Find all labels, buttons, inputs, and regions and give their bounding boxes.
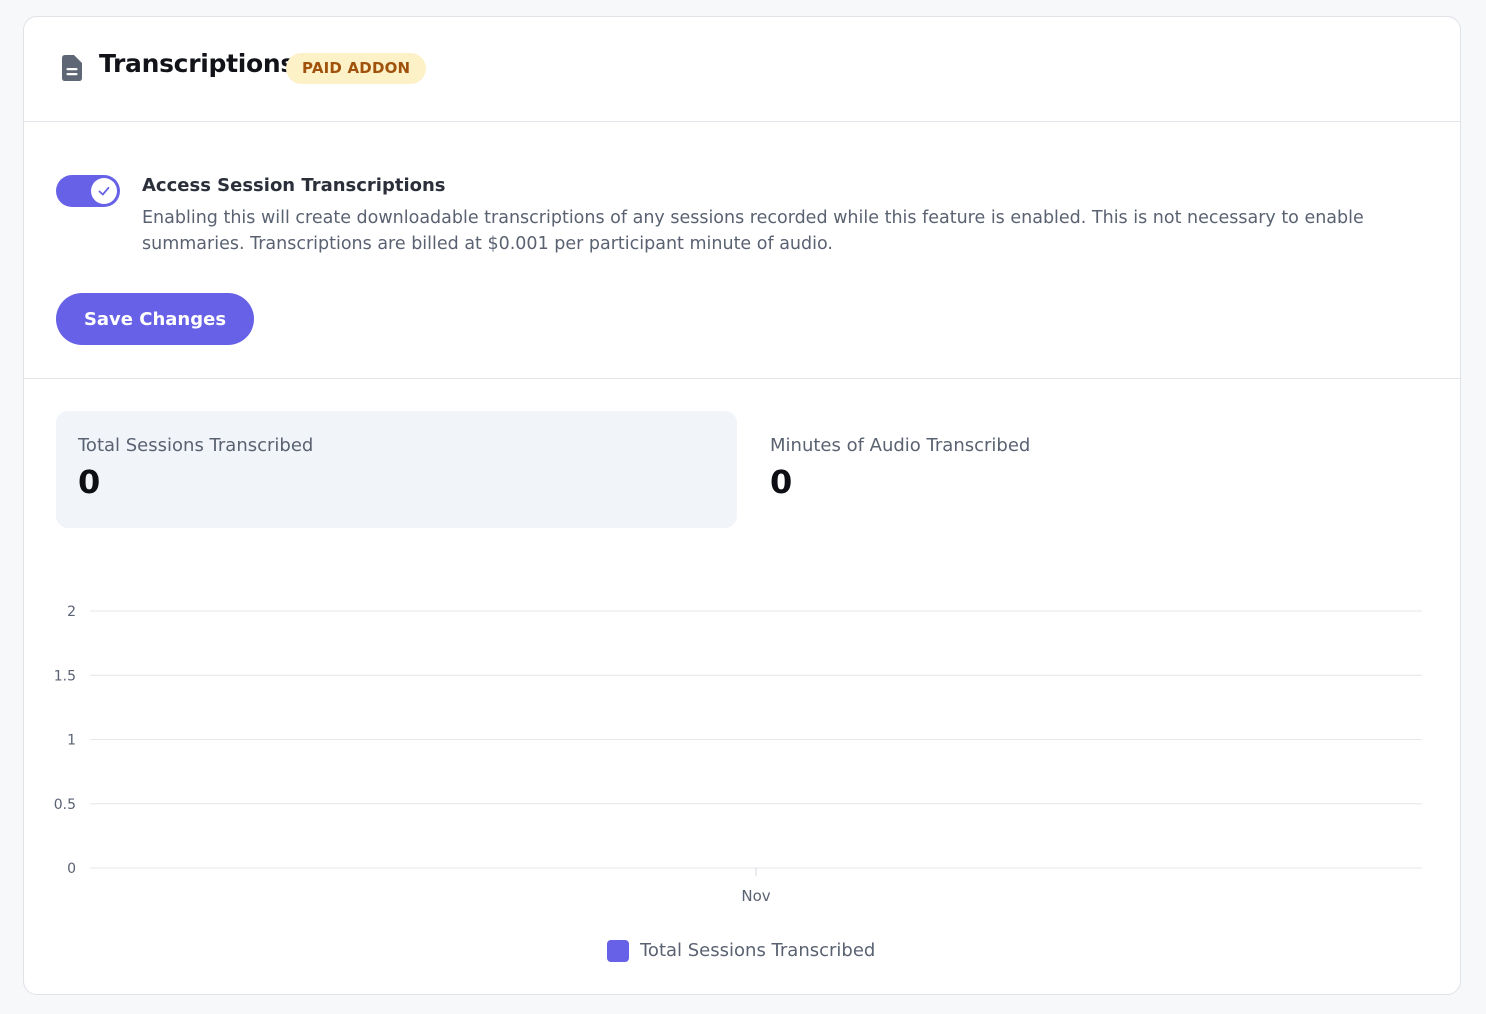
sessions-chart: 0 0.5 1 1.5 2 Nov [54,604,1422,905]
toggle-knob [91,178,117,204]
minutes-audio-stat[interactable]: Minutes of Audio Transcribed 0 [748,411,1429,528]
transcriptions-card: Transcriptions PAID ADDON Access Session… [23,16,1461,995]
y-tick-label: 1.5 [54,668,76,684]
check-icon [98,186,110,196]
page-title: Transcriptions [99,49,295,78]
setting-title: Access Session Transcriptions [142,175,446,196]
y-tick-label: 0.5 [54,797,76,813]
total-sessions-stat[interactable]: Total Sessions Transcribed 0 [56,411,737,528]
stat-value: 0 [770,463,793,501]
paid-addon-badge: PAID ADDON [286,53,427,84]
setting-description: Enabling this will create downloadable t… [142,208,1364,254]
y-tick-label: 0 [67,861,76,877]
legend-label: Total Sessions Transcribed [640,940,876,961]
card-header: Transcriptions PAID ADDON [24,17,1460,122]
save-changes-button[interactable]: Save Changes [56,293,254,345]
legend-swatch [607,940,629,962]
y-tick-label: 1 [67,733,76,749]
stat-label: Total Sessions Transcribed [78,435,314,456]
y-tick-label: 2 [67,604,76,620]
settings-section: Access Session Transcriptions Enabling t… [24,121,1460,379]
stat-label: Minutes of Audio Transcribed [770,435,1031,456]
transcriptions-toggle[interactable] [56,175,120,207]
x-tick-label: Nov [741,887,770,905]
document-icon [62,55,82,81]
stat-value: 0 [78,463,101,501]
